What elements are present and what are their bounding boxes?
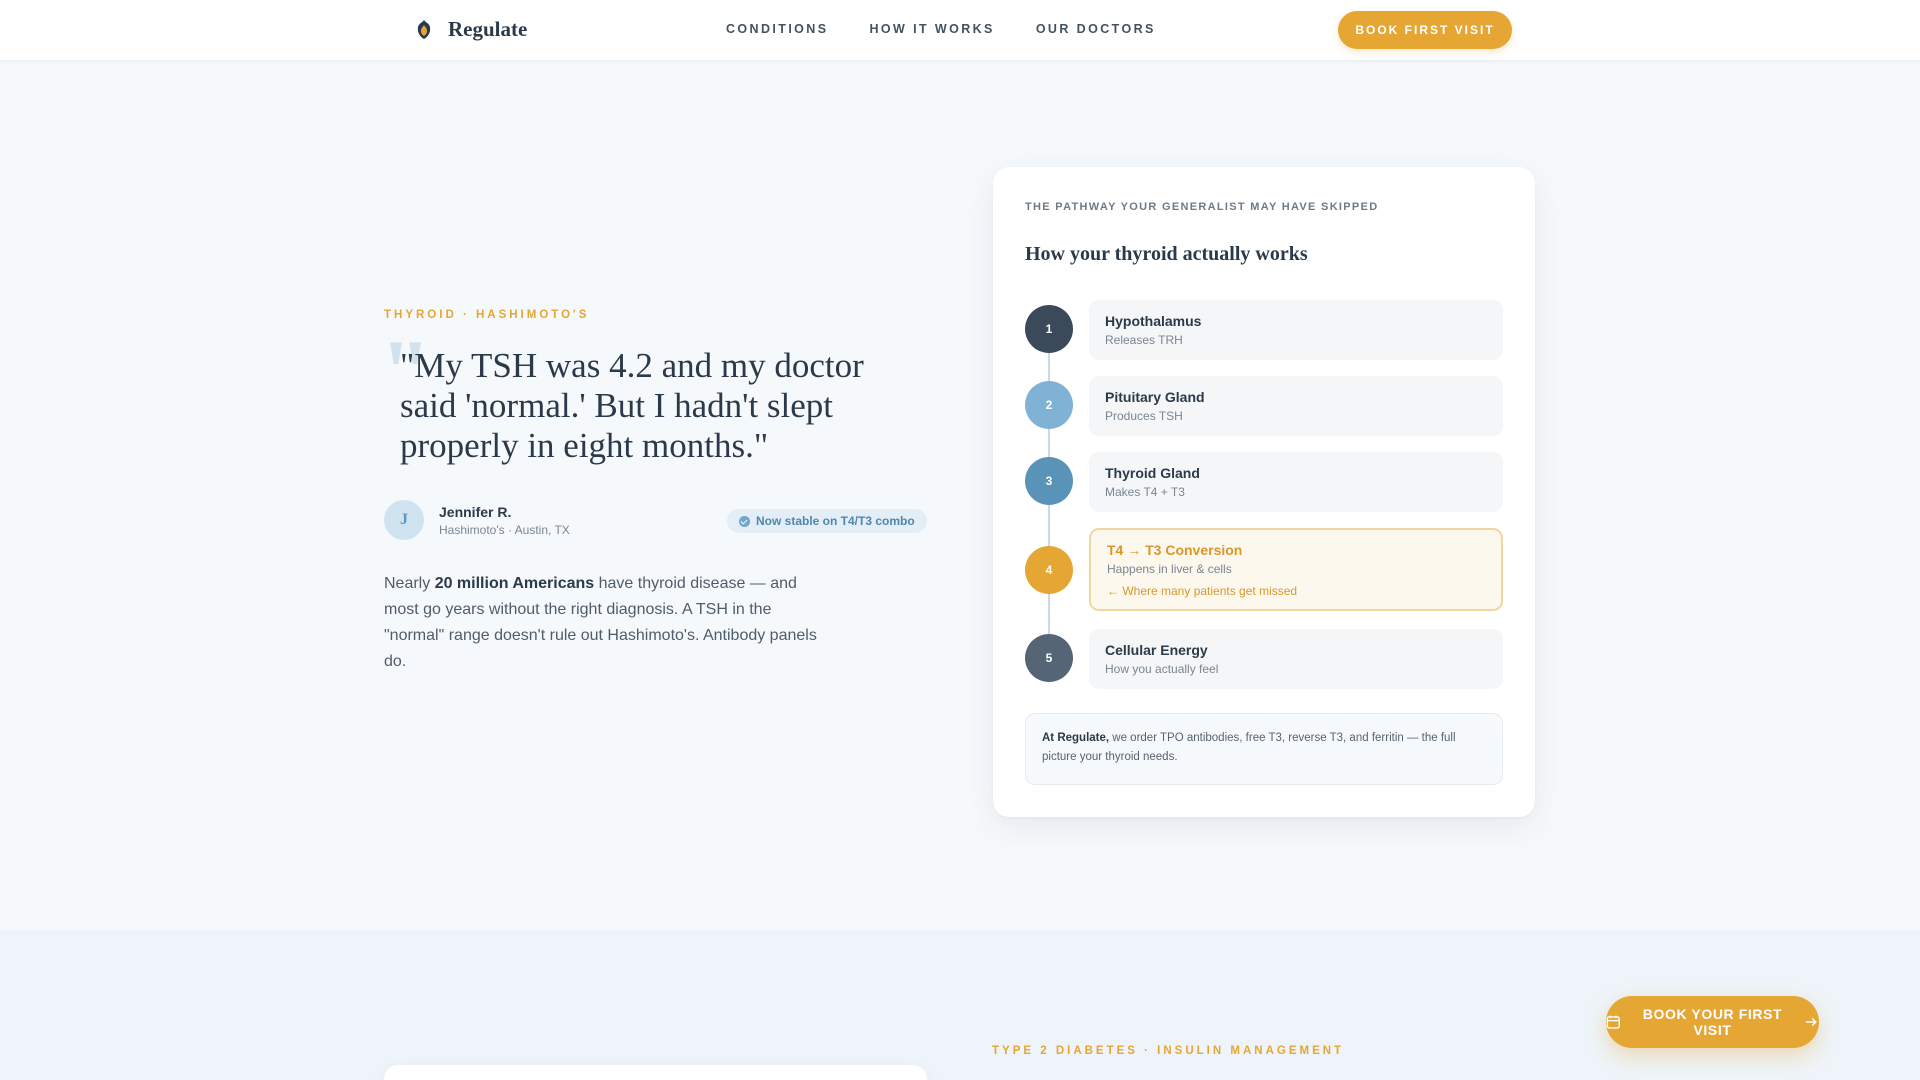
step-hypothalamus: Hypothalamus Releases TRH bbox=[1089, 300, 1503, 360]
step-title: T4 → T3 Conversion bbox=[1107, 542, 1243, 558]
step-number-2: 2 bbox=[1025, 381, 1073, 429]
step-warning-note: ← Where many patients get missed bbox=[1107, 584, 1298, 598]
testimonial-quote: "My TSH was 4.2 and my doctor said 'norm… bbox=[400, 346, 864, 465]
step-subtitle: Releases TRH bbox=[1105, 333, 1183, 347]
check-circle-icon bbox=[739, 515, 750, 527]
thyroid-logo-icon bbox=[417, 19, 431, 39]
status-badge: Now stable on T4/T3 combo bbox=[727, 509, 927, 533]
nav-how-it-works[interactable]: HOW IT WORKS bbox=[869, 22, 994, 36]
author-meta: Hashimoto's · Austin, TX bbox=[439, 522, 570, 537]
step-t4-t3-conversion: T4 → T3 Conversion Happens in liver & ce… bbox=[1089, 528, 1503, 611]
step-subtitle: Happens in liver & cells bbox=[1107, 562, 1232, 576]
step-title: Hypothalamus bbox=[1105, 313, 1202, 329]
avatar: J bbox=[384, 500, 424, 540]
step-thyroid-gland: Thyroid Gland Makes T4 + T3 bbox=[1089, 452, 1503, 512]
brand-name: Regulate bbox=[448, 17, 528, 41]
step-title: Thyroid Gland bbox=[1105, 465, 1200, 481]
nav-our-doctors[interactable]: OUR DOCTORS bbox=[1036, 22, 1156, 36]
calendar-icon bbox=[1606, 1015, 1620, 1029]
body-highlight: 20 million Americans bbox=[434, 575, 595, 592]
step-subtitle: How you actually feel bbox=[1105, 662, 1219, 676]
step-title: Pituitary Gland bbox=[1105, 389, 1205, 405]
arrow-right-icon bbox=[1806, 1017, 1818, 1027]
step-number-3: 3 bbox=[1025, 457, 1073, 505]
thyroid-pathway-card: THE PATHWAY YOUR GENERALIST MAY HAVE SKI… bbox=[993, 167, 1535, 817]
step-cellular-energy: Cellular Energy How you actually feel bbox=[1089, 629, 1503, 689]
testimonial-body: Nearly 20 million Americans have thyroid… bbox=[384, 571, 834, 675]
step-subtitle: Makes T4 + T3 bbox=[1105, 485, 1185, 499]
testimonial-author: J Jennifer R. Hashimoto's · Austin, TX bbox=[384, 500, 570, 540]
testimonial-eyebrow: THYROID · HASHIMOTO'S bbox=[384, 309, 590, 321]
card-eyebrow: THE PATHWAY YOUR GENERALIST MAY HAVE SKI… bbox=[1025, 201, 1379, 213]
main-nav: CONDITIONS HOW IT WORKS OUR DOCTORS bbox=[726, 22, 1156, 36]
step-title: Cellular Energy bbox=[1105, 642, 1208, 658]
floating-book-visit-button[interactable]: BOOK YOUR FIRST VISIT bbox=[1606, 996, 1819, 1048]
step-subtitle: Produces TSH bbox=[1105, 409, 1183, 423]
quote-mark-icon: " bbox=[992, 1072, 1025, 1080]
next-section-eyebrow: TYPE 2 DIABETES · INSULIN MANAGEMENT bbox=[992, 1045, 1345, 1057]
status-badge-label: Now stable on T4/T3 combo bbox=[756, 514, 915, 528]
author-name: Jennifer R. bbox=[439, 503, 512, 520]
nav-conditions[interactable]: CONDITIONS bbox=[726, 22, 828, 36]
card-title: How your thyroid actually works bbox=[1025, 243, 1308, 265]
note-bold: At Regulate, bbox=[1042, 732, 1110, 744]
step-number-4: 4 bbox=[1025, 546, 1073, 594]
book-first-visit-button[interactable]: BOOK FIRST VISIT bbox=[1338, 11, 1512, 49]
regulate-note: At Regulate, we order TPO antibodies, fr… bbox=[1025, 713, 1503, 785]
step-number-5: 5 bbox=[1025, 634, 1073, 682]
site-header: Regulate CONDITIONS HOW IT WORKS OUR DOC… bbox=[0, 0, 1920, 61]
body-prefix: Nearly bbox=[384, 575, 435, 592]
brand-logo[interactable]: Regulate bbox=[414, 17, 527, 42]
next-section-card bbox=[384, 1065, 927, 1080]
step-number-1: 1 bbox=[1025, 305, 1073, 353]
step-pituitary-gland: Pituitary Gland Produces TSH bbox=[1089, 376, 1503, 436]
author-info: Jennifer R. Hashimoto's · Austin, TX bbox=[439, 504, 570, 537]
floating-button-label: BOOK YOUR FIRST VISIT bbox=[1642, 1006, 1783, 1038]
